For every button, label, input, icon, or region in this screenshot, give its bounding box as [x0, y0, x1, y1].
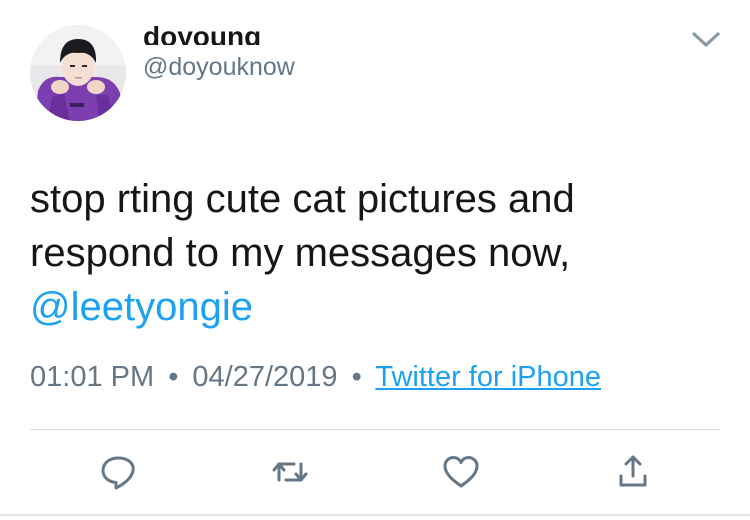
retweet-icon: [272, 462, 308, 482]
tweet-metadata: 01:01 PM • 04/27/2019 • Twitter for iPho…: [30, 358, 601, 396]
chevron-down-icon[interactable]: [690, 30, 722, 50]
avatar[interactable]: [30, 25, 126, 121]
meta-separator: •: [351, 361, 362, 393]
reply-icon: [101, 456, 135, 490]
mention-link[interactable]: @leetyongie: [30, 285, 253, 329]
display-name[interactable]: doyoung: [143, 20, 261, 45]
tweet-text: stop rting cute cat pictures and respond…: [30, 172, 730, 334]
divider: [30, 429, 720, 430]
tweet-body: stop rting cute cat pictures and respond…: [30, 177, 575, 275]
retweet-button[interactable]: [270, 452, 310, 492]
user-handle[interactable]: @doyouknow: [143, 51, 295, 83]
source-link[interactable]: Twitter for iPhone: [375, 361, 601, 393]
tweet-date: 04/27/2019: [192, 361, 338, 393]
reply-button[interactable]: [98, 452, 138, 492]
meta-separator: •: [168, 361, 179, 393]
tweet-card: doyoung @doyouknow stop rting cute cat p…: [0, 0, 750, 520]
tweet-time: 01:01 PM: [30, 361, 155, 393]
avatar-image: [30, 25, 126, 121]
like-button[interactable]: [441, 452, 481, 492]
heart-icon: [443, 456, 479, 488]
share-button[interactable]: [613, 452, 653, 492]
share-icon: [619, 455, 647, 487]
bottom-border: [0, 514, 750, 516]
